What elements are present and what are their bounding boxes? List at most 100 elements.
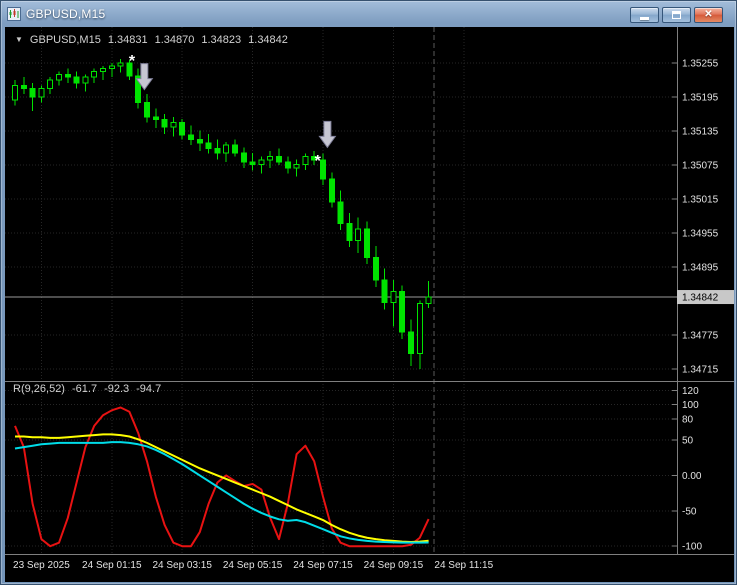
candle bbox=[83, 74, 88, 91]
separators bbox=[5, 27, 734, 555]
indicator-line-slow bbox=[15, 442, 429, 543]
candle bbox=[13, 80, 18, 106]
candle bbox=[101, 66, 106, 80]
candle bbox=[109, 63, 114, 77]
chart-client-area: * * 1.35255 1.35195 1.35135 1.35075 1.35015 1.3… bbox=[5, 27, 734, 582]
indicator-axis-label: 80 bbox=[682, 414, 694, 425]
open-value: 1.34831 bbox=[108, 34, 148, 46]
time-axis[interactable]: 23 Sep 202524 Sep 01:1524 Sep 03:1524 Se… bbox=[13, 560, 494, 571]
close-value: 1.34842 bbox=[248, 34, 288, 46]
indicator-lines bbox=[15, 407, 429, 546]
candle bbox=[48, 77, 53, 94]
candle bbox=[57, 72, 62, 86]
symbol-dropdown-icon[interactable]: ▼ bbox=[15, 35, 23, 44]
candle bbox=[39, 86, 44, 103]
grid-lines bbox=[5, 27, 677, 554]
indicator-axis-label: 50 bbox=[682, 436, 694, 447]
candle bbox=[426, 281, 431, 308]
maximize-icon bbox=[672, 11, 681, 19]
mt4-chart-window: GBPUSD,M15 ✕ * * 1.35255 1.35195 1.35135 1.35… bbox=[0, 0, 737, 585]
time-axis-label: 24 Sep 09:15 bbox=[364, 560, 424, 571]
candle bbox=[197, 130, 202, 150]
candle bbox=[365, 222, 370, 265]
candle bbox=[400, 286, 405, 339]
candle bbox=[347, 213, 352, 247]
candle bbox=[356, 218, 361, 253]
low-value: 1.34823 bbox=[201, 34, 241, 46]
price-axis[interactable]: 1.352551.351951.351351.350751.350151.349… bbox=[672, 59, 734, 376]
indicator-value-3: -94.7 bbox=[136, 383, 161, 395]
indicator-value-1: -61.7 bbox=[72, 383, 97, 395]
candle bbox=[180, 119, 185, 139]
minimize-icon bbox=[640, 17, 649, 20]
window-controls: ✕ bbox=[630, 7, 723, 23]
indicator-value-2: -92.3 bbox=[104, 383, 129, 395]
candle bbox=[153, 108, 158, 128]
candle bbox=[21, 77, 26, 94]
candle bbox=[206, 134, 211, 154]
candle bbox=[329, 172, 334, 207]
candle bbox=[145, 94, 150, 122]
indicator-axis-label: 120 bbox=[682, 386, 699, 397]
candle bbox=[65, 69, 70, 83]
candle bbox=[30, 83, 35, 111]
chart-canvas[interactable]: * * 1.35255 1.35195 1.35135 1.35075 1.35015 1.3… bbox=[5, 27, 734, 582]
candle bbox=[250, 153, 255, 171]
time-axis-label: 24 Sep 01:15 bbox=[82, 560, 142, 571]
candle bbox=[74, 72, 79, 89]
candle bbox=[277, 149, 282, 165]
candle bbox=[233, 140, 238, 157]
candle bbox=[321, 154, 326, 185]
close-button[interactable]: ✕ bbox=[694, 7, 723, 23]
candle bbox=[373, 246, 378, 287]
price-axis-label: 1.35015 bbox=[682, 195, 719, 206]
price-axis-label: 1.35195 bbox=[682, 93, 719, 104]
price-axis-label: 1.34715 bbox=[682, 365, 719, 376]
candle bbox=[303, 154, 308, 170]
high-value: 1.34870 bbox=[155, 34, 195, 46]
app-chart-icon bbox=[7, 7, 21, 21]
candle bbox=[285, 157, 290, 174]
candles bbox=[13, 59, 432, 369]
price-axis-label: 1.35255 bbox=[682, 59, 719, 70]
candle bbox=[391, 280, 396, 326]
chart-info-label: ▼ GBPUSD,M15 1.34831 1.34870 1.34823 1.34842 bbox=[15, 34, 295, 46]
candle bbox=[118, 59, 123, 73]
indicator-name: R(9,26,52) bbox=[13, 383, 65, 395]
candle bbox=[417, 300, 422, 369]
candle bbox=[92, 69, 97, 83]
current-price-tag-text: 1.34842 bbox=[682, 293, 719, 304]
price-axis-label: 1.35135 bbox=[682, 127, 719, 138]
price-axis-label: 1.34775 bbox=[682, 331, 719, 342]
window-title: GBPUSD,M15 bbox=[26, 7, 105, 21]
maximize-button[interactable] bbox=[662, 7, 691, 23]
candle bbox=[294, 159, 299, 176]
indicator-axis-label: 0.00 bbox=[682, 471, 702, 482]
price-axis-label: 1.35075 bbox=[682, 161, 719, 172]
indicator-info-label: R(9,26,52) -61.7 -92.3 -94.7 bbox=[13, 383, 168, 395]
symbol-timeframe-label: GBPUSD,M15 bbox=[30, 34, 101, 46]
indicator-line-mid bbox=[15, 434, 429, 542]
candle bbox=[162, 114, 167, 134]
close-icon: ✕ bbox=[704, 10, 712, 20]
candle bbox=[409, 320, 414, 366]
indicator-axis-label: 100 bbox=[682, 400, 699, 411]
candle bbox=[189, 125, 194, 145]
star-marker-icon: * bbox=[129, 53, 136, 70]
sell-signal-arrow-icon bbox=[319, 121, 335, 147]
time-axis-label: 23 Sep 2025 bbox=[13, 560, 70, 571]
candle bbox=[268, 151, 273, 168]
time-axis-label: 24 Sep 05:15 bbox=[223, 560, 283, 571]
time-axis-label: 24 Sep 07:15 bbox=[293, 560, 353, 571]
candle bbox=[136, 69, 141, 109]
minimize-button[interactable] bbox=[630, 7, 659, 23]
indicator-axis[interactable]: 120 100 80 50 0.00 -50 -100 bbox=[672, 386, 702, 553]
candle bbox=[215, 140, 220, 160]
time-axis-label: 24 Sep 11:15 bbox=[434, 560, 493, 571]
candle bbox=[171, 117, 176, 137]
candle bbox=[382, 269, 387, 310]
indicator-axis-label: -100 bbox=[682, 542, 702, 553]
star-marker-icon: * bbox=[315, 153, 322, 170]
price-axis-label: 1.34895 bbox=[682, 263, 719, 274]
indicator-axis-label: -50 bbox=[682, 506, 697, 517]
